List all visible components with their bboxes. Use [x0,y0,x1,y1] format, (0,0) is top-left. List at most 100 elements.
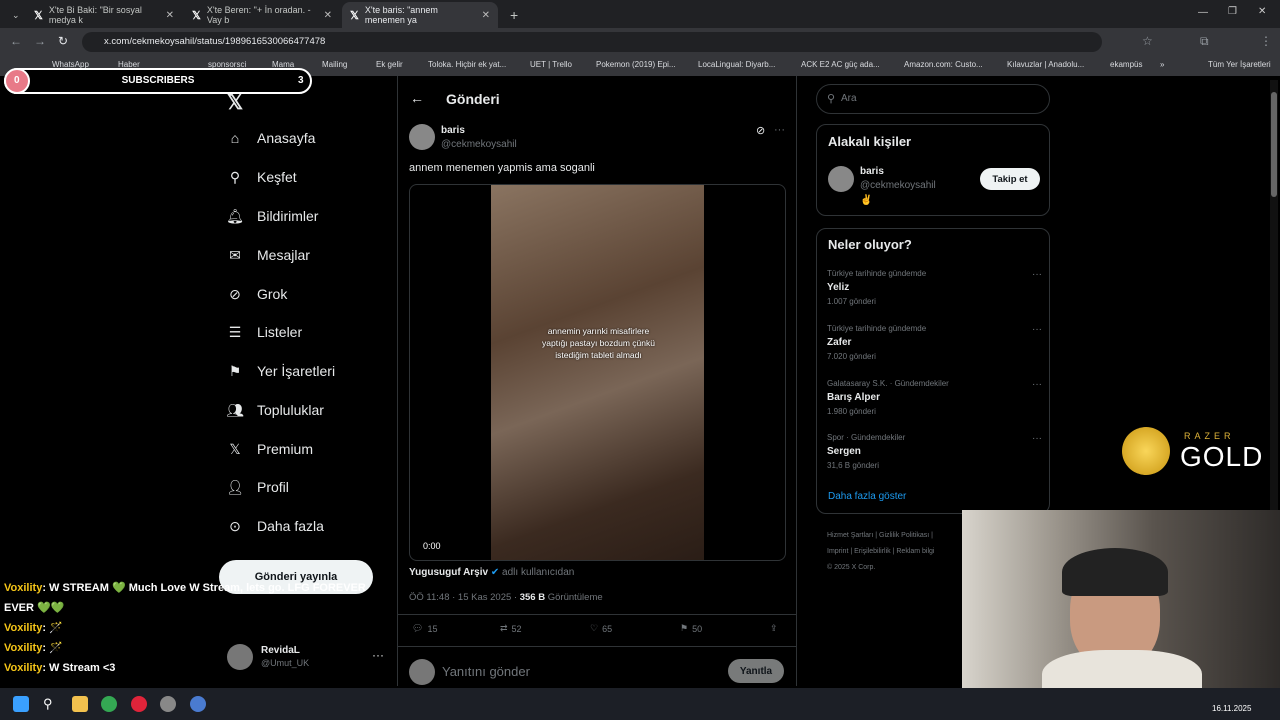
app-icon[interactable] [160,696,176,712]
nav-grok[interactable]: ⊘ Grok [227,285,287,303]
tab-1[interactable]: 𝕏 X'te Bi Baki: "Bir sosyal medya k ✕ [26,2,182,28]
reload-icon[interactable]: ↻ [58,34,68,48]
more-circle-icon: ⊙ [229,517,241,534]
more-bookmarks-icon[interactable]: » [1160,60,1164,69]
more-icon[interactable]: ··· [1032,269,1042,280]
bookmark-item[interactable]: Kılavuzlar | Anadolu... [1007,60,1084,69]
bookmark-item[interactable]: Ek gelir [376,60,403,69]
bookmark-item[interactable]: Amazon.com: Custo... [904,60,983,69]
search-icon[interactable]: ⚲ [43,696,59,712]
bookmark-item[interactable]: Pokemon (2019) Epi... [596,60,676,69]
search-placeholder: Ara [841,93,857,104]
bookmark-button[interactable]: ⚑ 50 [680,623,702,634]
nav-profile[interactable]: 👤︎ Profil [226,479,289,496]
nav-notifications[interactable]: 🔔︎ Bildirimler [226,208,318,225]
grok-icon: ⊘ [229,285,241,302]
file-explorer-icon[interactable] [72,696,88,712]
footer-line[interactable]: Imprint | Erişilebilirlik | Reklam bilgi [827,544,935,560]
more-icon[interactable]: ··· [1032,433,1042,444]
close-icon[interactable]: ✕ [166,10,174,21]
window-close-icon[interactable]: ✕ [1258,6,1266,17]
follow-button[interactable]: Takip et [980,168,1040,190]
trend-item[interactable]: Türkiye tarihinde gündemde Yeliz 1.007 g… [827,269,1042,306]
show-more-link[interactable]: Daha fazla göster [828,491,906,502]
nav-premium[interactable]: 𝕏 Premium [227,441,313,458]
minimize-icon[interactable]: — [1198,7,1208,18]
nav-bookmarks[interactable]: ⚑ Yer İşaretleri [227,363,335,380]
subs-label: SUBSCRIBERS [121,75,195,86]
source-suffix: adlı kullanıcıdan [502,567,575,578]
stream-chat: Voxility: W STREAM 💚 Much Love W Stream,… [4,578,396,678]
home-icon: ⌂ [230,130,240,146]
forward-icon[interactable]: → [34,34,46,48]
trend-item[interactable]: Galatasaray S.K. · Gündemdekiler Barış A… [827,379,1042,416]
nav-communities[interactable]: 👥︎ Topluluklar [226,402,324,419]
scrollbar-thumb[interactable] [1271,92,1277,197]
post-meta: ÖÖ 11:48 · 15 Kas 2025 · 356 B Görüntüle… [409,592,603,603]
bookmark-item[interactable]: UET | Trello [530,60,572,69]
mail-icon: ✉ [229,246,241,263]
more-icon[interactable]: ··· [1032,324,1042,335]
bookmark-item[interactable]: Mailing [322,60,347,69]
chrome-icon[interactable] [101,696,117,712]
windows-start-icon[interactable] [13,696,29,712]
search-icon: ⚲ [827,93,836,105]
footer-line[interactable]: Hizmet Şartları | Gizlilik Politikası | [827,528,935,544]
browser-tab-bar: ⌄ 𝕏 X'te Bi Baki: "Bir sosyal medya k ✕ … [0,0,1280,28]
bookmark-star-icon[interactable]: ☆ [1142,34,1153,48]
reply-submit-button[interactable]: Yanıtla [728,659,784,683]
chat-message: Voxility: W STREAM 💚 Much Love W Stream,… [4,582,366,614]
source-attribution[interactable]: Yugusuguf Arşiv ✔ adlı kullanıcıdan [409,567,574,578]
extensions-icon[interactable]: ⧉ [1200,34,1209,49]
nav-lists[interactable]: ☰ Listeler [227,324,302,341]
video-player[interactable]: annemin yarınki misafirlere yaptığı past… [409,184,786,561]
like-button[interactable]: ♡ 65 [590,623,612,634]
card-title: Neler oluyor? [828,237,912,252]
nav-messages[interactable]: ✉ Mesajlar [227,246,310,264]
source-name: Yugusuguf Arşiv [409,567,489,578]
more-icon[interactable]: ··· [774,124,785,136]
divider [398,614,796,615]
grok-icon[interactable]: ⊘ [756,124,765,137]
bookmark-item[interactable]: ACK E2 AC güç ada... [801,60,880,69]
more-icon[interactable]: ··· [1032,379,1042,390]
bookmark-item[interactable]: Toloka. Hiçbir ek yat... [428,60,506,69]
maximize-icon[interactable]: ❐ [1228,6,1237,17]
url-input[interactable]: x.com/cekmekoysahil/status/1989616530066… [82,32,1102,52]
repost-button[interactable]: ⇄ 52 [500,623,522,634]
author-handle[interactable]: @cekmekoysahil [441,139,517,150]
new-tab-icon[interactable]: + [502,2,522,28]
tab-2[interactable]: 𝕏 X'te Beren: "+ İn oradan. - Vay b ✕ [184,2,340,28]
bookmark-item[interactable]: ekampüs [1110,60,1142,69]
trend-item[interactable]: Spor · Gündemdekiler Sergen 31,6 B gönde… [827,433,1042,470]
reply-button[interactable]: 💬︎ 15 [412,623,437,634]
close-icon[interactable]: ✕ [324,10,332,21]
tab-search-button[interactable]: ⌄ [4,2,24,28]
bookmark-item[interactable]: LocaLingual: Diyarb... [698,60,775,69]
app-icon[interactable] [131,696,147,712]
related-bio: ✌️ [860,195,873,206]
tab-label: X'te Beren: "+ İn oradan. - Vay b [206,5,311,25]
author-avatar[interactable] [409,124,435,150]
avatar[interactable] [828,166,854,192]
nav-more[interactable]: ⊙ Daha fazla [227,517,324,535]
related-handle[interactable]: @cekmekoysahil [860,180,936,191]
back-arrow-icon[interactable]: ← [410,90,424,106]
nav-explore[interactable]: ⚲ Keşfet [227,169,297,186]
app-icon[interactable] [190,696,206,712]
all-bookmarks[interactable]: Tüm Yer İşaretleri [1208,60,1271,69]
share-icon[interactable]: ⇪ [770,623,778,634]
bookmark-icon: ⚑ [680,623,689,633]
related-name[interactable]: baris [860,166,884,177]
menu-icon[interactable]: ⋮ [1260,34,1272,48]
search-input[interactable]: ⚲ Ara [816,84,1050,114]
author-name[interactable]: baris [441,125,465,136]
repost-icon: ⇄ [500,623,508,633]
trend-item[interactable]: Türkiye tarihinde gündemde Zafer 7.020 g… [827,324,1042,361]
reply-input[interactable]: Yanıtını gönder [442,664,530,679]
post-column: ← Gönderi baris @cekmekoysahil ⊘ ··· ann… [397,76,797,686]
back-icon[interactable]: ← [10,34,22,48]
nav-home[interactable]: ⌂ Anasayfa [227,130,316,146]
tab-3[interactable]: 𝕏 X'te baris: "annem menemen ya ✕ [342,2,498,28]
close-icon[interactable]: ✕ [482,10,490,21]
